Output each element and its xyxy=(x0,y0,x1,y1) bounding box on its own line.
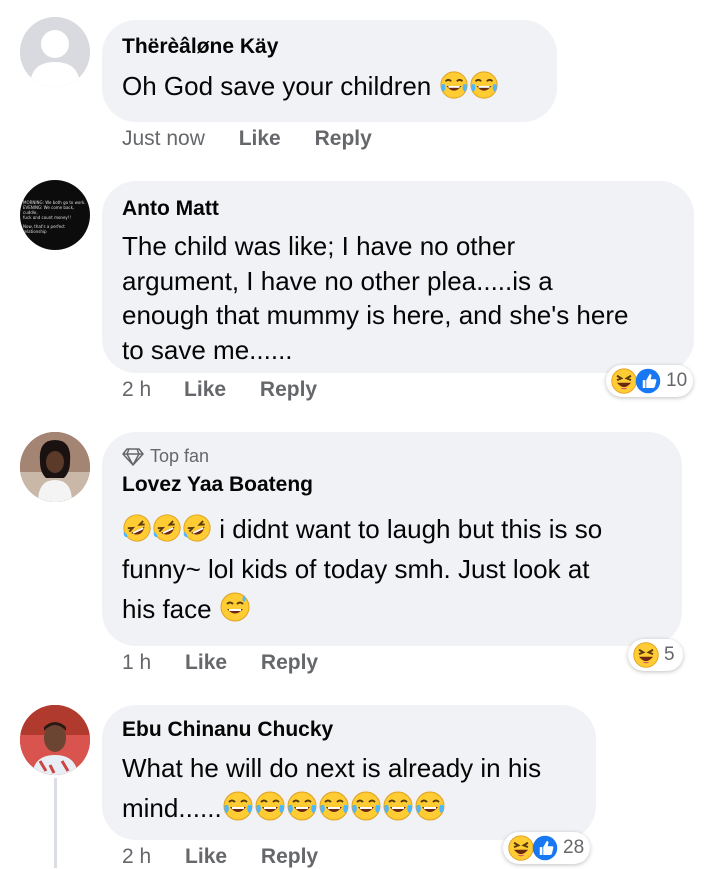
comment-text-line: his face xyxy=(122,589,682,629)
comment-actions: Just now Like Reply xyxy=(122,127,372,151)
laughing-face-icon xyxy=(632,641,660,669)
comment-text: The child was like; I have no other argu… xyxy=(122,229,694,367)
comment-text-segment: mind...... xyxy=(122,793,222,823)
comment-text: Oh God save your children xyxy=(122,71,432,101)
like-button[interactable]: Like xyxy=(239,127,281,151)
comment-bubble: Thërèâløne Käy Oh God save your children xyxy=(102,20,557,122)
comment-actions: 1 h Like Reply xyxy=(122,651,318,675)
avatar-text-line: fuck and count money!! xyxy=(23,215,71,220)
diamond-icon xyxy=(122,447,144,466)
like-button[interactable]: Like xyxy=(185,651,227,675)
comment-text-line: i didnt want to laugh but this is so xyxy=(122,509,682,549)
reply-button[interactable]: Reply xyxy=(261,651,318,675)
reaction-count: 5 xyxy=(664,644,675,665)
avatar[interactable] xyxy=(20,17,90,87)
comment-text-line: to save me...... xyxy=(122,334,293,365)
rolling-on-floor-laughing-icon xyxy=(182,513,212,543)
profile-photo xyxy=(20,432,90,502)
reaction-summary[interactable]: 10 xyxy=(606,365,694,397)
rolling-on-floor-laughing-icon xyxy=(122,513,152,543)
comment-author[interactable]: Thërèâløne Käy xyxy=(122,35,557,59)
top-fan-badge: Top fan xyxy=(122,446,682,467)
comment-author[interactable]: Ebu Chinanu Chucky xyxy=(122,718,596,742)
reaction-summary[interactable]: 5 xyxy=(628,639,683,671)
like-thumb-icon xyxy=(531,834,559,862)
comment-text-row: Oh God save your children xyxy=(122,68,557,104)
comment-author[interactable]: Lovez Yaa Boateng xyxy=(122,473,682,497)
avatar-text: MORNING: We both go to work. EVENING: We… xyxy=(23,200,87,234)
like-thumb-icon xyxy=(634,367,662,395)
comment-text-segment: his face xyxy=(122,594,212,624)
rolling-on-floor-laughing-icon xyxy=(152,513,182,543)
comment-text-line: The child was like; I have no other xyxy=(122,231,516,261)
timestamp: 2 h xyxy=(122,378,152,401)
thread-line xyxy=(54,778,57,868)
reaction-count: 28 xyxy=(563,837,585,858)
like-button[interactable]: Like xyxy=(185,845,227,869)
comment-bubble: Top fan Lovez Yaa Boateng i didnt want t… xyxy=(102,432,682,646)
comment-text-line: enough that mummy is here, and she's her… xyxy=(122,300,629,330)
avatar[interactable] xyxy=(20,705,90,775)
face-with-tears-of-joy-icon xyxy=(414,790,446,822)
profile-photo xyxy=(20,705,90,775)
face-with-tears-of-joy-icon xyxy=(254,790,286,822)
comment-text-line: argument, I have no other plea.....is a xyxy=(122,265,553,296)
default-avatar-icon xyxy=(20,17,90,87)
face-with-tears-of-joy-icon xyxy=(382,790,414,822)
comment-text: i didnt want to laugh but this is so fun… xyxy=(122,509,682,629)
comment-author[interactable]: Anto Matt xyxy=(122,197,694,221)
comment-actions: 2 h Like Reply xyxy=(122,378,317,402)
comment-bubble: Ebu Chinanu Chucky What he will do next … xyxy=(102,705,596,840)
comment-text-segment: i didnt want to laugh but this is so xyxy=(219,514,603,544)
reply-button[interactable]: Reply xyxy=(260,378,317,402)
face-with-tears-of-joy-icon xyxy=(222,790,254,822)
face-with-tears-of-joy-icon xyxy=(318,790,350,822)
comment-actions: 2 h Like Reply xyxy=(122,845,318,869)
grinning-sweat-face-icon xyxy=(219,591,251,623)
reply-button[interactable]: Reply xyxy=(261,845,318,869)
avatar-text-line: Now, that's a perfect relationship xyxy=(23,224,65,234)
reaction-summary[interactable]: 28 xyxy=(503,832,591,864)
like-button[interactable]: Like xyxy=(184,378,226,402)
comment-text-line: funny~ lol kids of today smh. Just look … xyxy=(122,554,590,584)
avatar[interactable] xyxy=(20,432,90,502)
comment-text-line: What he will do next is already in his xyxy=(122,753,542,783)
reaction-count: 10 xyxy=(666,370,688,391)
face-with-tears-of-joy-icon xyxy=(439,70,469,100)
face-with-tears-of-joy-icon xyxy=(350,790,382,822)
avatar[interactable]: MORNING: We both go to work. EVENING: We… xyxy=(20,180,90,250)
avatar-text-line: EVENING: We come back, cuddle, xyxy=(23,205,75,215)
timestamp: 1 h xyxy=(122,651,152,674)
badge-label: Top fan xyxy=(150,446,210,466)
comment-bubble: Anto Matt The child was like; I have no … xyxy=(102,181,694,373)
comment-text-line: mind...... xyxy=(122,788,596,828)
face-with-tears-of-joy-icon xyxy=(469,70,499,100)
timestamp: 2 h xyxy=(122,845,152,868)
reply-button[interactable]: Reply xyxy=(315,127,372,151)
face-with-tears-of-joy-icon xyxy=(286,790,318,822)
timestamp: Just now xyxy=(122,127,205,150)
comment-text: What he will do next is already in his m… xyxy=(122,748,596,828)
